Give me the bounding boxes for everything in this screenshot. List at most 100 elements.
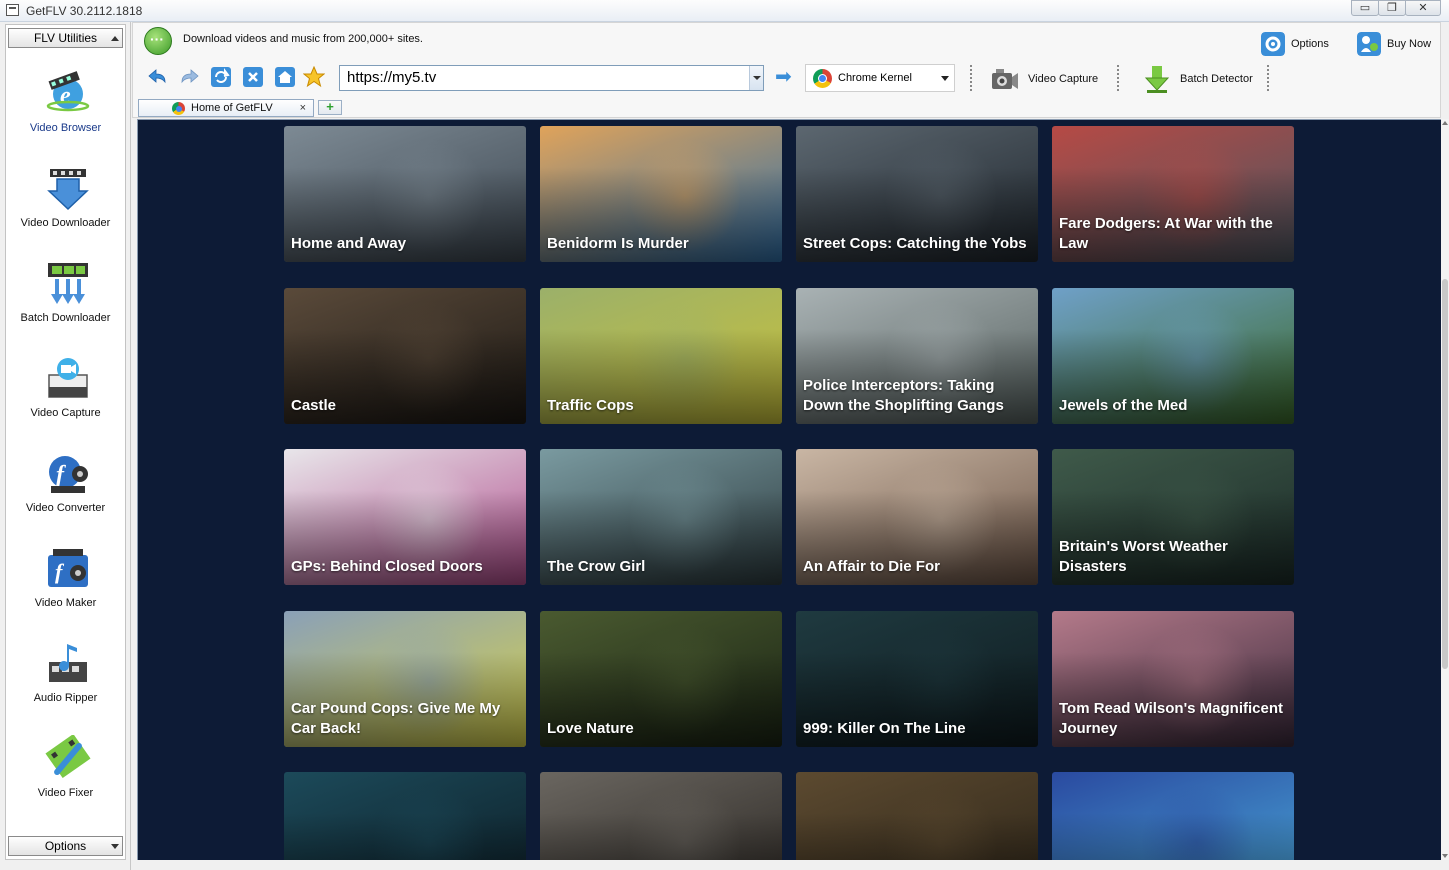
- show-card[interactable]: Benidorm Is Murder: [540, 126, 782, 262]
- forward-icon[interactable]: [178, 66, 200, 88]
- toolbar-divider: [1117, 65, 1119, 91]
- show-card[interactable]: [1052, 772, 1294, 860]
- show-card[interactable]: Car Pound Cops: Give Me My Car Back!: [284, 611, 526, 747]
- tab-label: Home of GetFLV: [191, 102, 273, 114]
- show-card[interactable]: Traffic Cops: [540, 288, 782, 424]
- chat-icon: [144, 27, 172, 55]
- sidebar-item-video-browser[interactable]: e Video Browser: [6, 70, 125, 150]
- close-tab-icon[interactable]: ×: [300, 100, 306, 116]
- gear-icon: [1261, 32, 1285, 56]
- show-title: Police Interceptors: Taking Down the Sho…: [803, 377, 1004, 414]
- options-dropdown[interactable]: Options: [8, 836, 123, 856]
- sidebar-item-audio-ripper[interactable]: Audio Ripper: [6, 640, 125, 720]
- video-browser-icon: e: [46, 71, 90, 112]
- url-input[interactable]: https://my5.tv: [339, 65, 764, 91]
- show-title: Britain's Worst Weather Disasters: [1059, 538, 1228, 575]
- show-card[interactable]: Jewels of the Med: [1052, 288, 1294, 424]
- sidebar-item-video-capture[interactable]: Video Capture: [6, 355, 125, 435]
- toolbar-divider: [1267, 65, 1269, 91]
- flv-utilities-dropdown[interactable]: FLV Utilities: [8, 28, 123, 48]
- show-card[interactable]: Home and Away: [284, 126, 526, 262]
- show-title: Traffic Cops: [547, 397, 634, 414]
- sidebar-item-label: Batch Downloader: [20, 312, 111, 324]
- show-card[interactable]: Castle: [284, 288, 526, 424]
- show-card[interactable]: [284, 772, 526, 860]
- video-converter-icon: f: [49, 456, 88, 493]
- home-icon[interactable]: [274, 66, 296, 88]
- go-arrow-icon[interactable]: ➡: [775, 67, 795, 88]
- sidebar-item-video-fixer[interactable]: Video Fixer: [6, 735, 125, 815]
- scroll-up-icon[interactable]: [1442, 121, 1448, 125]
- sidebar-item-video-maker[interactable]: f Video Maker: [6, 545, 125, 625]
- buy-now-button[interactable]: Buy Now: [1357, 31, 1431, 57]
- show-title: GPs: Behind Closed Doors: [291, 558, 483, 575]
- vertical-scrollbar[interactable]: [1441, 119, 1449, 860]
- batch-downloader-icon: [48, 263, 88, 304]
- audio-ripper-icon: [49, 644, 87, 682]
- sidebar-item-label: Video Fixer: [37, 787, 94, 799]
- chevron-down-icon: [111, 844, 119, 849]
- options-dropdown-label: Options: [44, 839, 87, 853]
- show-card[interactable]: [540, 772, 782, 860]
- batch-detector-button[interactable]: Batch Detector: [1142, 64, 1253, 94]
- close-button[interactable]: ✕: [1405, 0, 1441, 16]
- sidebar-item-video-downloader[interactable]: Video Downloader: [6, 165, 125, 245]
- show-card[interactable]: Tom Read Wilson's Magnificent Journey: [1052, 611, 1294, 747]
- tab-home-of-getflv[interactable]: Home of GetFLV ×: [138, 99, 314, 117]
- batch-detector-icon: [1144, 66, 1170, 93]
- show-title: Tom Read Wilson's Magnificent Journey: [1059, 700, 1284, 737]
- video-capture-icon: [48, 358, 88, 398]
- window-title: GetFLV 30.2112.1818: [26, 4, 143, 18]
- show-card[interactable]: GPs: Behind Closed Doors: [284, 449, 526, 585]
- web-content: Home and Away Benidorm Is Murder Street Co…: [137, 119, 1441, 860]
- sidebar-item-label: Video Converter: [25, 502, 106, 514]
- show-card[interactable]: Police Interceptors: Taking Down the Sho…: [796, 288, 1038, 424]
- kernel-select[interactable]: Chrome Kernel: [805, 64, 955, 92]
- back-icon[interactable]: [147, 66, 169, 88]
- video-downloader-icon: [47, 169, 89, 211]
- sidebar-item-label: Audio Ripper: [33, 692, 98, 704]
- promo-text: Download videos and music from 200,000+ …: [183, 33, 423, 45]
- show-card[interactable]: [796, 772, 1038, 860]
- options-button[interactable]: Options: [1261, 31, 1329, 57]
- video-capture-button[interactable]: Video Capture: [990, 64, 1098, 94]
- favorite-star-icon[interactable]: [303, 66, 325, 88]
- url-history-dropdown[interactable]: [749, 66, 763, 90]
- show-card[interactable]: Fare Dodgers: At War with the Law: [1052, 126, 1294, 262]
- sidebar-item-label: Video Maker: [34, 597, 97, 609]
- app-menu-icon[interactable]: [6, 4, 19, 16]
- options-label: Options: [1291, 38, 1329, 50]
- chevron-down-icon: [941, 76, 949, 81]
- new-tab-button[interactable]: +: [318, 100, 342, 115]
- show-card[interactable]: 999: Killer On The Line: [796, 611, 1038, 747]
- show-title: The Crow Girl: [547, 558, 646, 575]
- show-title: An Affair to Die For: [803, 558, 940, 575]
- show-card[interactable]: An Affair to Die For: [796, 449, 1038, 585]
- sidebar-tool-list: FLV Utilities e Video Browser Video Down…: [5, 24, 126, 860]
- url-text: https://my5.tv: [347, 69, 437, 86]
- sidebar-item-label: Video Browser: [29, 122, 102, 134]
- video-maker-icon: f: [48, 549, 88, 587]
- show-title: Fare Dodgers: At War with the Law: [1059, 215, 1273, 252]
- show-card[interactable]: Love Nature: [540, 611, 782, 747]
- sidebar-item-batch-downloader[interactable]: Batch Downloader: [6, 260, 125, 340]
- minimize-button[interactable]: ▭: [1351, 0, 1379, 16]
- restore-button[interactable]: ❐: [1378, 0, 1406, 16]
- tab-strip: Home of GetFLV × +: [137, 98, 1441, 118]
- video-fixer-icon: [45, 735, 91, 779]
- scroll-down-icon[interactable]: [1442, 854, 1448, 858]
- video-capture-label: Video Capture: [1028, 73, 1099, 85]
- sidebar-item-video-converter[interactable]: f Video Converter: [6, 450, 125, 530]
- show-title: Jewels of the Med: [1059, 397, 1188, 414]
- title-bar: GetFLV 30.2112.1818 ▭ ❐ ✕: [0, 0, 1449, 22]
- show-card[interactable]: Britain's Worst Weather Disasters: [1052, 449, 1294, 585]
- show-card[interactable]: The Crow Girl: [540, 449, 782, 585]
- stop-icon[interactable]: [242, 66, 264, 88]
- buy-now-label: Buy Now: [1387, 38, 1432, 50]
- show-card[interactable]: Street Cops: Catching the Yobs: [796, 126, 1038, 262]
- kernel-label: Chrome Kernel: [838, 72, 912, 84]
- camera-icon: [992, 69, 1018, 89]
- show-title: Street Cops: Catching the Yobs: [803, 235, 1027, 252]
- refresh-icon[interactable]: [210, 66, 232, 88]
- scrollbar-thumb[interactable]: [1442, 279, 1448, 669]
